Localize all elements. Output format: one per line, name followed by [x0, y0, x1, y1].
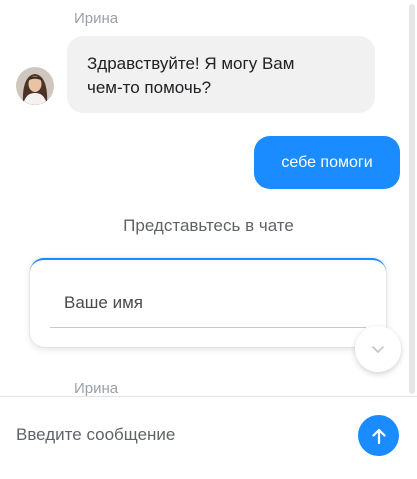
message-input[interactable] — [16, 415, 346, 455]
outgoing-message-bubble: себе помоги — [254, 136, 400, 189]
outgoing-message-text: себе помоги — [281, 153, 373, 171]
agent-avatar — [16, 67, 54, 105]
incoming-message-bubble: Здравствуйте! Я могу Вам чем-то помочь? — [67, 36, 375, 113]
scrollbar-thumb[interactable] — [409, 4, 415, 394]
intro-form-card — [30, 258, 386, 347]
chat-window: Ирина Здравствуйте! Я могу Вам чем-то по… — [0, 0, 417, 479]
chevron-down-icon — [372, 346, 384, 353]
message-composer — [0, 396, 417, 479]
incoming-message-text-line2: чем-то помочь? — [87, 78, 212, 97]
sender-name: Ирина — [74, 10, 119, 27]
scrollbar[interactable] — [409, 0, 415, 396]
incoming-message-text-line1: Здравствуйте! Я могу Вам — [87, 54, 295, 73]
message-list[interactable]: Ирина Здравствуйте! Я могу Вам чем-то по… — [0, 0, 417, 396]
name-input[interactable] — [50, 278, 366, 328]
next-sender-name: Ирина — [74, 380, 119, 396]
scroll-down-button[interactable] — [355, 326, 401, 372]
send-button[interactable] — [358, 415, 399, 456]
intro-form-title: Представьтесь в чате — [123, 216, 294, 235]
arrow-up-icon — [371, 428, 386, 444]
